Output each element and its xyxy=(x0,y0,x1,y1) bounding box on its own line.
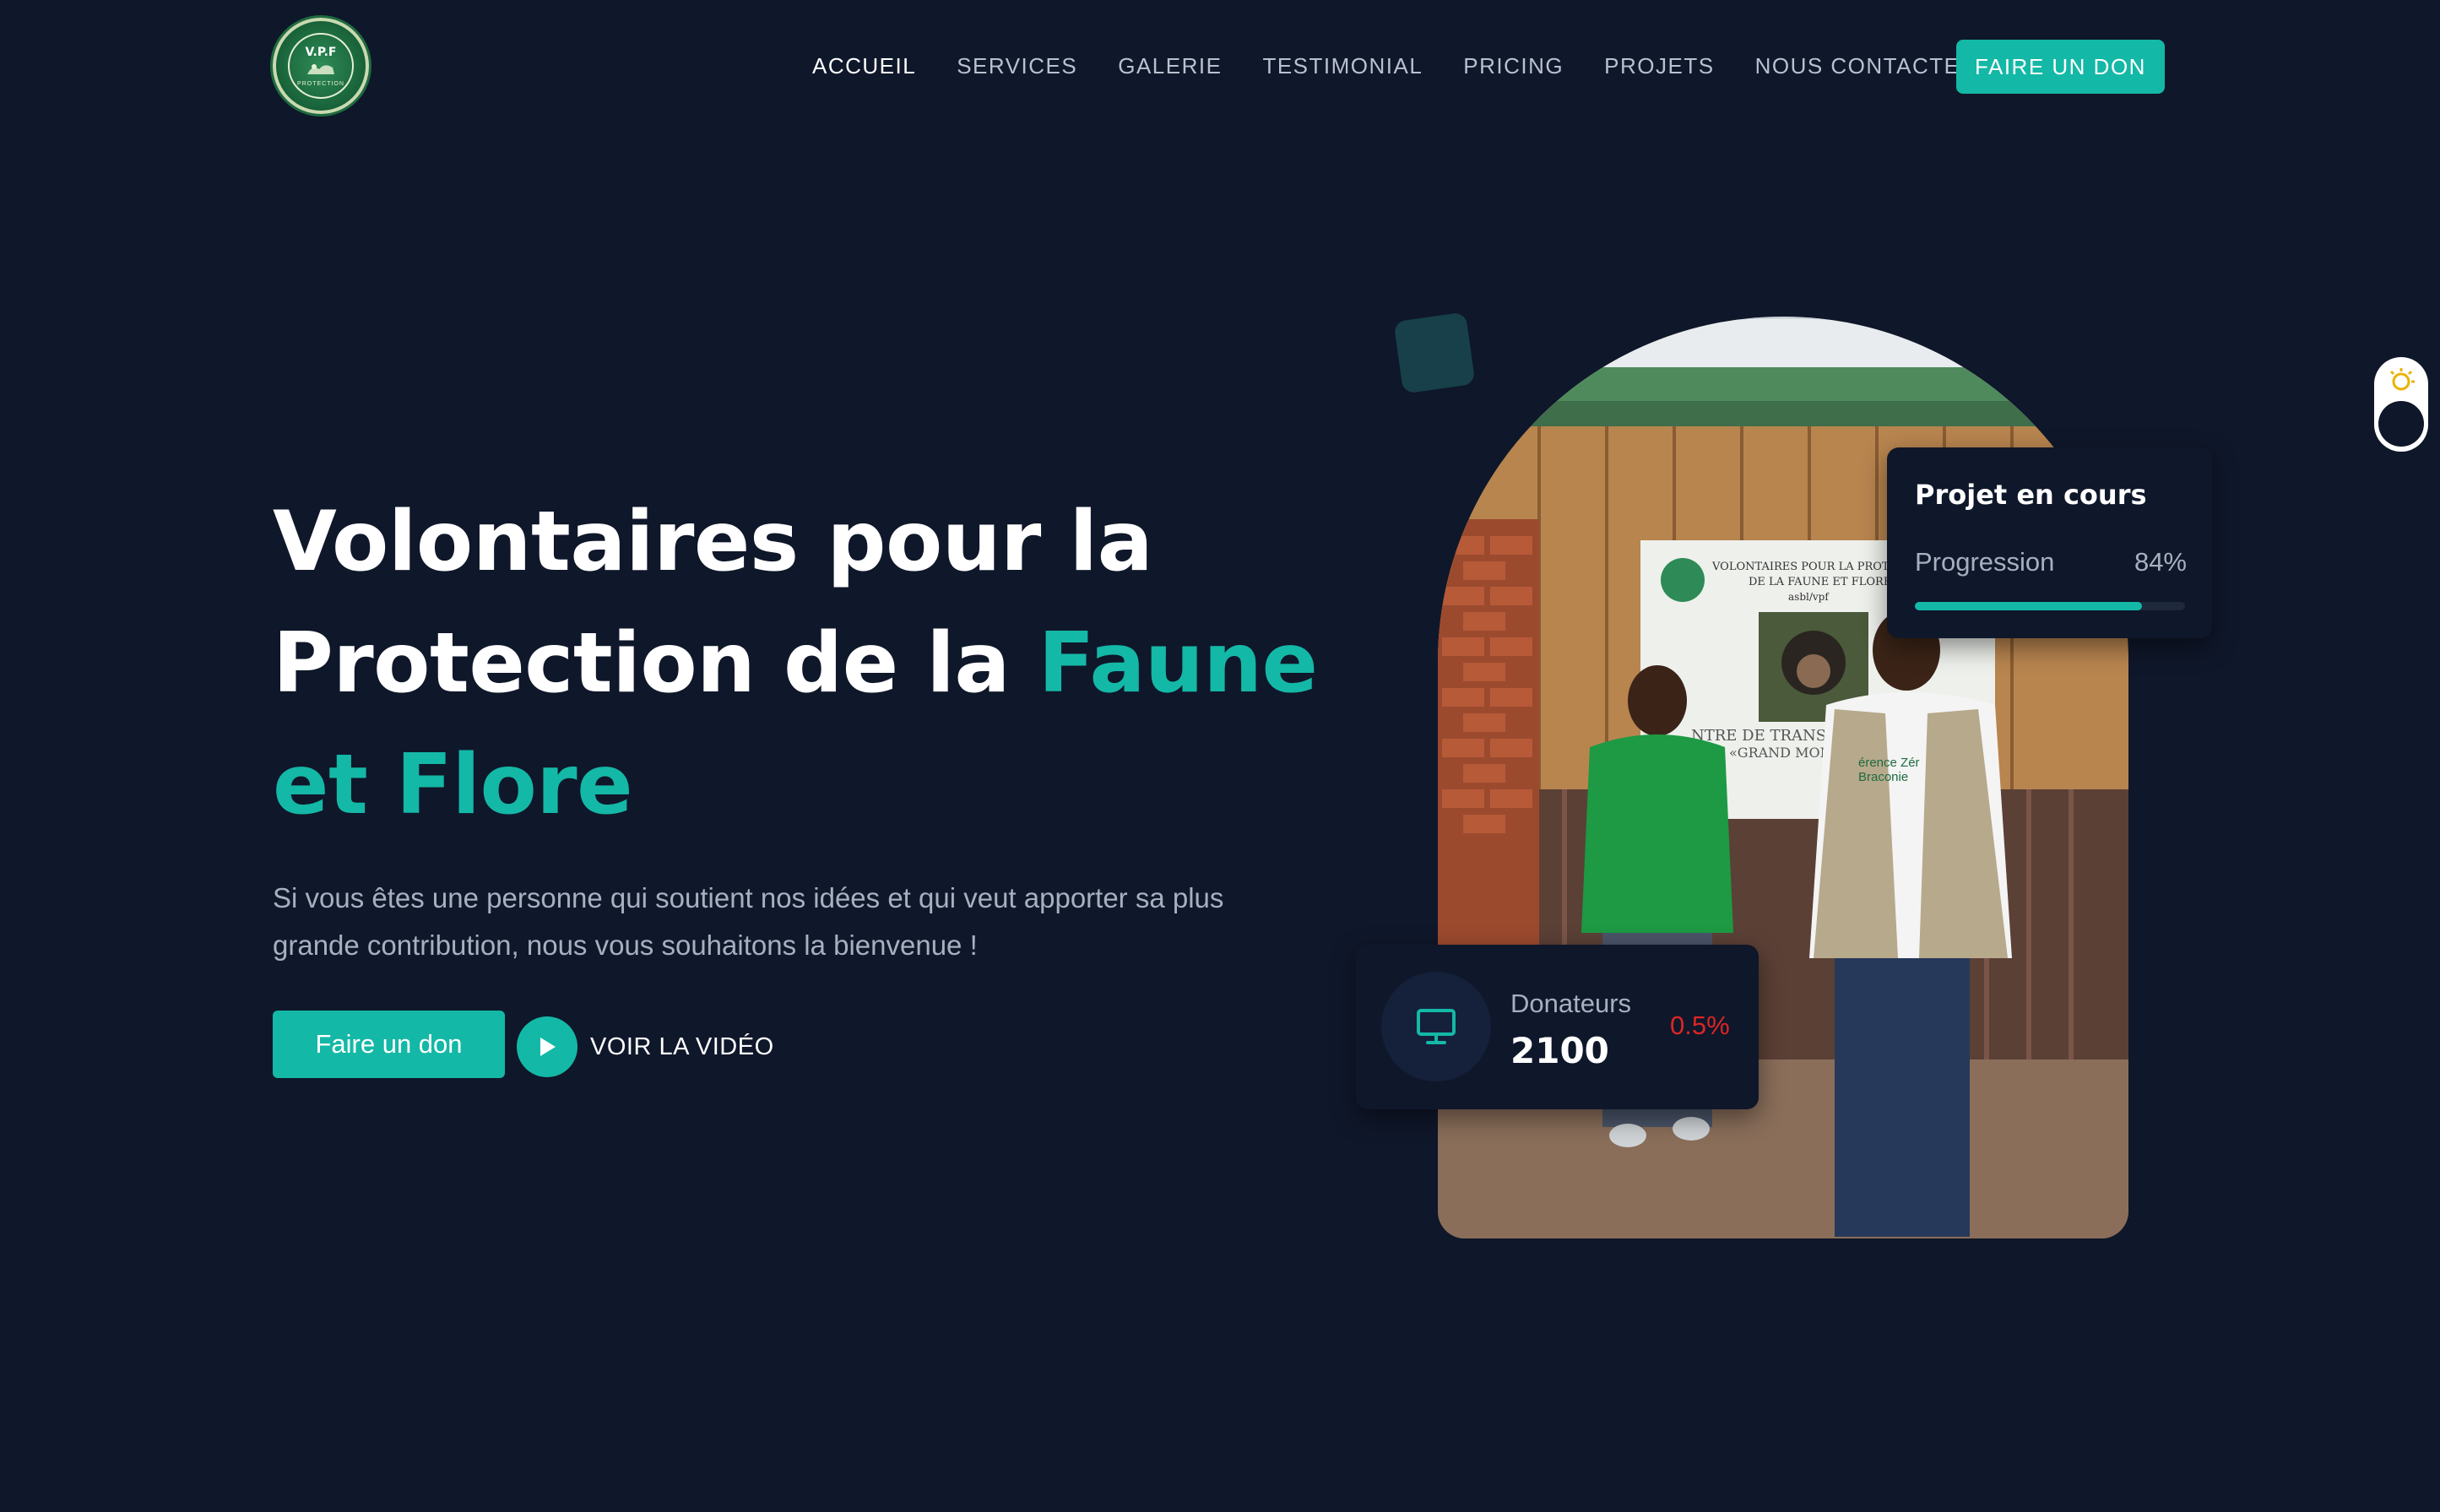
project-card: Projet en cours Progression 84% xyxy=(1887,447,2212,638)
progress-bar xyxy=(1915,602,2185,610)
theme-toggle[interactable] xyxy=(2374,357,2428,452)
donor-icon-wrap xyxy=(1381,972,1491,1081)
nav-item-pricing[interactable]: PRICING xyxy=(1463,49,1564,83)
nav-donate-button[interactable]: FAIRE UN DON xyxy=(1956,40,2165,94)
nav-item-projets[interactable]: PROJETS xyxy=(1604,49,1714,83)
navbar: V.P.F PROTECTION ACCUEIL SERVICES GALERI… xyxy=(0,0,2440,135)
sign-text-3: asbl/vpf xyxy=(1788,591,1830,603)
progress-label: Progression xyxy=(1915,547,2055,577)
logo-emblem: V.P.F PROTECTION xyxy=(288,33,354,99)
donor-label: Donateurs xyxy=(1510,989,1632,1018)
watch-video-link[interactable]: VOIR LA VIDÉO xyxy=(517,1016,774,1077)
vest-text-1: érence Zér xyxy=(1858,756,1920,770)
donor-card: Donateurs 2100 0.5% xyxy=(1356,945,1759,1109)
hero-title-line1: Volontaires pour la xyxy=(273,494,1153,590)
logo-text: V.P.F xyxy=(305,45,337,59)
hero-title: Volontaires pour la Protection de la Fau… xyxy=(273,481,1328,846)
nav-item-nous-contacter[interactable]: NOUS CONTACTER xyxy=(1755,49,1977,83)
sign-text-5: «GRAND MON xyxy=(1729,745,1832,761)
hero-title-line2: Protection de la xyxy=(273,615,1038,712)
decorative-square xyxy=(1393,312,1476,394)
project-card-title: Projet en cours xyxy=(1915,479,2147,511)
donate-button[interactable]: Faire un don xyxy=(273,1011,505,1078)
progress-value: 84% xyxy=(2134,547,2187,577)
toggle-knob[interactable] xyxy=(2378,401,2424,447)
wildlife-icon xyxy=(307,63,334,74)
donor-change: 0.5% xyxy=(1670,1011,1730,1040)
sign-text-1: VOLONTAIRES POUR LA PROTEC xyxy=(1711,561,1906,573)
logo[interactable]: V.P.F PROTECTION xyxy=(273,18,369,114)
nav-item-testimonial[interactable]: TESTIMONIAL xyxy=(1262,49,1423,83)
nav-item-services[interactable]: SERVICES xyxy=(957,49,1077,83)
watch-video-label: VOIR LA VIDÉO xyxy=(590,1032,774,1060)
nav-item-galerie[interactable]: GALERIE xyxy=(1118,49,1222,83)
donor-count: 2100 xyxy=(1510,1030,1609,1071)
vest-text-2: Braconie xyxy=(1858,770,1908,784)
nav-item-accueil[interactable]: ACCUEIL xyxy=(812,49,916,83)
play-icon[interactable] xyxy=(517,1016,577,1077)
sign-text-2: DE LA FAUNE ET FLORE xyxy=(1749,576,1891,588)
logo-subtext: PROTECTION xyxy=(297,80,344,87)
hero-description: Si vous êtes une personne qui soutient n… xyxy=(273,882,1224,961)
sun-icon xyxy=(2389,368,2415,391)
main-nav: ACCUEIL SERVICES GALERIE TESTIMONIAL PRI… xyxy=(812,49,2018,83)
monitor-icon xyxy=(1417,1009,1456,1044)
progress-bar-fill xyxy=(1915,602,2142,610)
